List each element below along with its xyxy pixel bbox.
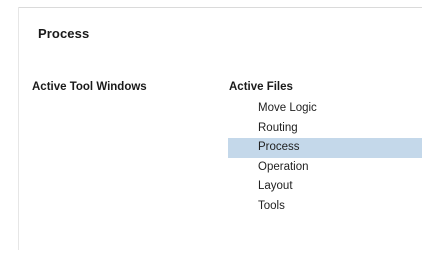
active-file-layout[interactable]: Layout	[228, 177, 422, 197]
active-tool-windows-heading: Active Tool Windows	[32, 81, 147, 93]
active-file-label: Tools	[258, 199, 285, 212]
active-file-label: Operation	[258, 160, 309, 173]
active-file-move-logic[interactable]: Move Logic	[228, 99, 422, 119]
active-files-list: Move Logic Routing Process Operation Lay…	[228, 99, 422, 216]
active-file-label: Layout	[258, 180, 293, 192]
active-file-label: Process	[258, 141, 300, 153]
active-files-heading: Active Files	[229, 81, 293, 93]
active-file-label: Routing	[258, 121, 298, 134]
window-border-left	[18, 7, 19, 250]
active-file-tools[interactable]: Tools	[228, 197, 422, 217]
panel-title: Process	[38, 26, 90, 41]
active-file-process[interactable]: Process	[228, 138, 422, 158]
window-border-top	[18, 7, 422, 8]
active-file-operation[interactable]: Operation	[228, 158, 422, 178]
active-file-routing[interactable]: Routing	[228, 119, 422, 139]
active-file-label: Move Logic	[258, 102, 317, 114]
